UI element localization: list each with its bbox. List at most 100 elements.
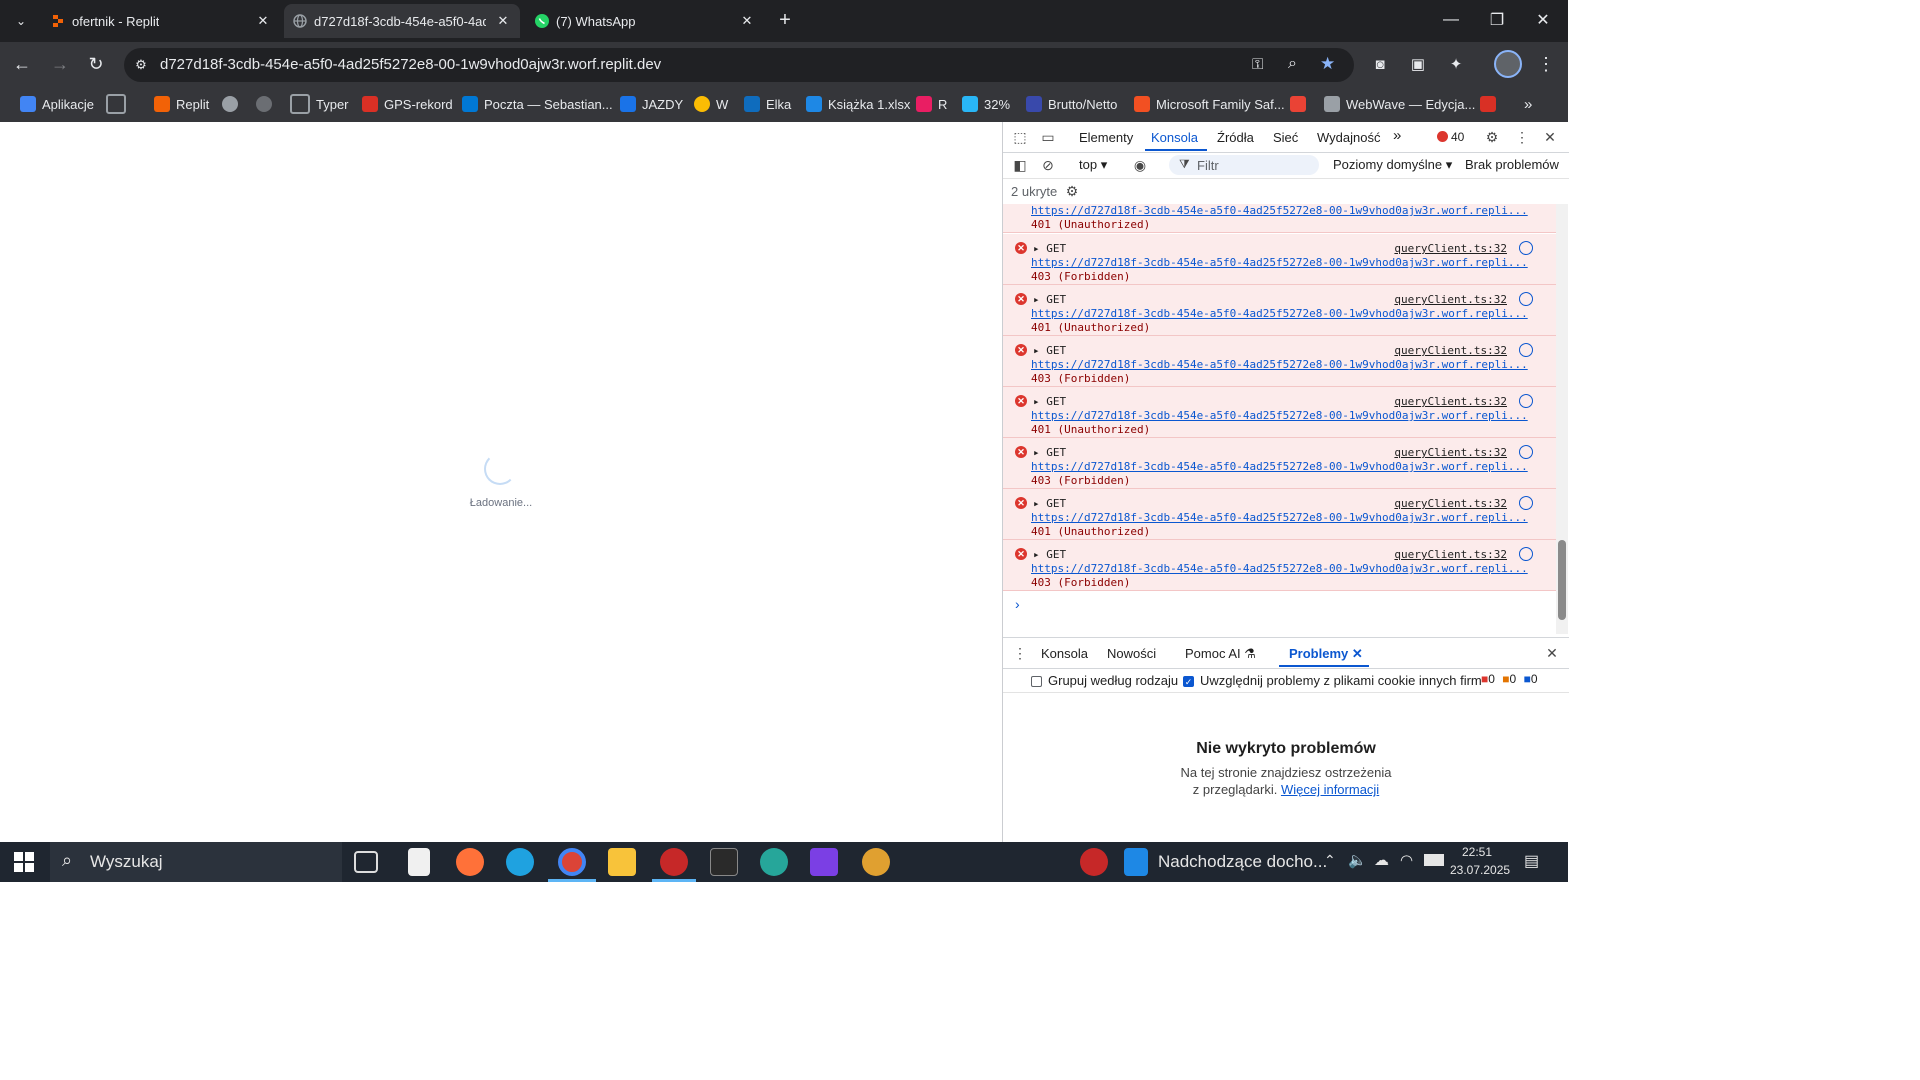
bookmark-gmail[interactable] [1290,94,1312,114]
tab-elementy[interactable]: Elementy [1079,130,1133,145]
third-party-cookie-checkbox[interactable]: ✓ Uwzględnij problemy z plikami cookie in… [1183,673,1482,688]
issues-button[interactable]: Brak problemów [1465,157,1559,172]
inspect-icon[interactable]: ⬚ [1011,128,1029,146]
firefox-icon[interactable] [456,848,484,876]
close-icon[interactable]: ✕ [494,12,512,30]
onedrive-cloud-icon[interactable]: ☁ [1374,851,1389,869]
console-settings-icon[interactable]: ⚙ [1063,182,1081,200]
request-method[interactable]: ▸ GET [1033,344,1066,357]
bookmark-w[interactable]: W [694,94,728,114]
tab-konsola[interactable]: Konsola [1151,130,1198,145]
settings-gear-icon[interactable]: ⚙ [1483,128,1501,146]
learn-more-link[interactable]: Więcej informacji [1281,782,1379,797]
minimize-button[interactable]: — [1428,0,1474,40]
address-bar[interactable]: ⚙ d727d18f-3cdb-454e-a5f0-4ad25f5272e8-0… [124,48,1354,82]
bookmark-32[interactable]: 32% [962,94,1010,114]
notification-text[interactable]: Nadchodzące docho... [1158,852,1327,872]
drawer-tab-problemy[interactable]: Problemy ✕ [1289,646,1363,662]
bookmark-gps-rekord[interactable]: GPS-rekord [362,94,453,114]
bookmark-microsoft-family[interactable]: Microsoft Family Saf... [1134,94,1285,114]
source-link[interactable]: queryClient.ts:32 [1394,293,1507,306]
taskbar-search[interactable]: ⌕ Wyszukaj [50,842,342,882]
tab-zrodla[interactable]: Źródła [1217,130,1254,145]
eye-icon[interactable]: ◉ [1131,156,1149,174]
request-method[interactable]: ▸ GET [1033,242,1066,255]
console-entry[interactable]: ✕ ▸ GET queryClient.ts:32 https://d727d18f-… [1003,234,1557,285]
console-entry[interactable]: ✕ ▸ GET queryClient.ts:32 https://d727d18f-… [1003,285,1557,336]
close-icon[interactable]: ✕ [1352,646,1363,661]
bookmark-apps-grid[interactable] [106,94,132,114]
more-tabs-button[interactable]: » [1393,127,1401,144]
app-teal-icon[interactable] [760,848,788,876]
source-link[interactable]: queryClient.ts:32 [1394,395,1507,408]
filter-input[interactable]: ⧩ Filtr [1169,155,1319,175]
back-button[interactable]: ← [10,52,34,76]
bookmark-globe[interactable] [222,94,244,114]
window-close-button[interactable]: ✕ [1520,0,1566,40]
volume-icon[interactable]: 🔈 [1348,851,1367,869]
avatar[interactable] [1494,50,1522,78]
edge-icon[interactable] [506,848,534,876]
devtools-close-icon[interactable]: ✕ [1541,128,1559,146]
sidebar-toggle-icon[interactable]: ◧ [1011,156,1029,174]
bookmark-replit[interactable]: Replit [154,94,209,114]
drawer-close-icon[interactable]: ✕ [1543,644,1561,662]
app-red-icon[interactable] [660,848,688,876]
context-selector[interactable]: top ▾ [1079,157,1107,173]
request-url-link[interactable]: https://d727d18f-3cdb-454e-a5f0-4ad25f52… [1031,562,1531,575]
request-url-link[interactable]: https://d727d18f-3cdb-454e-a5f0-4ad25f52… [1031,256,1531,269]
app-power-icon[interactable] [862,848,890,876]
drawer-tab-konsola[interactable]: Konsola [1041,646,1088,661]
file-explorer-icon[interactable] [608,848,636,876]
epic-games-icon[interactable] [710,848,738,876]
device-toolbar-icon[interactable]: ▭ [1039,128,1057,146]
request-method[interactable]: ▸ GET [1033,293,1066,306]
request-url-link[interactable]: https://d727d18f-3cdb-454e-a5f0-4ad25f52… [1031,511,1531,524]
chrome-icon[interactable] [558,848,586,876]
clear-console-icon[interactable]: ⊘ [1039,156,1057,174]
clipchamp-icon[interactable] [810,848,838,876]
bookmarks-overflow-button[interactable]: » [1524,94,1532,114]
tab-ofertnik[interactable]: ofertnik - Replit ✕ [42,4,280,38]
console-scrollbar-thumb[interactable] [1558,540,1566,620]
console-entry[interactable]: ✕ ▸ GET queryClient.ts:32 https://d727d18f-… [1003,438,1557,489]
bookmark-jazdy[interactable]: JAZDY [620,94,683,114]
notification-app-icon[interactable] [1080,848,1108,876]
request-url-link[interactable]: https://d727d18f-3cdb-454e-a5f0-4ad25f52… [1031,460,1531,473]
wifi-icon[interactable]: ◠ [1400,851,1413,869]
bookmark-folder-typer[interactable]: Typer [290,94,349,114]
bookmark-aplikacje[interactable]: Aplikacje [20,94,94,114]
source-link[interactable]: queryClient.ts:32 [1394,446,1507,459]
new-tab-button[interactable]: + [772,8,798,34]
bookmark-star-icon[interactable]: ★ [1320,54,1335,74]
bookmark-ksiazka[interactable]: Książka 1.xlsx [806,94,910,114]
action-center-icon[interactable]: ▤ [1524,851,1539,871]
tab-wydajnosc[interactable]: Wydajność [1317,130,1380,145]
group-by-kind-checkbox[interactable]: Grupuj według rodzaju [1031,673,1178,688]
password-key-icon[interactable]: ⚿ [1252,56,1263,73]
bookmark-z[interactable] [1480,94,1502,114]
source-link[interactable]: queryClient.ts:32 [1394,548,1507,561]
screenshot-icon[interactable]: ◙ [1368,52,1392,76]
reload-button[interactable]: ↻ [84,52,108,76]
console-entry[interactable]: ✕ ▸ GET queryClient.ts:32 https://d727d18f-… [1003,489,1557,540]
levels-dropdown[interactable]: Poziomy domyślne ▾ [1333,157,1452,173]
extensions-icon[interactable]: ✦ [1444,52,1468,76]
media-icon[interactable]: ▣ [1406,52,1430,76]
chevron-up-icon[interactable]: ⌃ [1324,852,1336,869]
drawer-tab-nowosci[interactable]: Nowości [1107,646,1156,661]
bookmark-poczta[interactable]: Poczta — Sebastian... [462,94,613,114]
calendar-widget-icon[interactable] [1124,848,1148,876]
bookmark-r[interactable]: R [916,94,947,114]
console-entry[interactable]: ✕ ▸ GET queryClient.ts:32 https://d727d18f-… [1003,387,1557,438]
clock-time[interactable]: 22:51 [1462,845,1492,859]
drawer-tab-pomoc-ai[interactable]: Pomoc AI ⚗ [1185,646,1256,662]
notepad-icon[interactable] [408,848,430,876]
tab-replit-dev[interactable]: d727d18f-3cdb-454e-a5f0-4ad ✕ [284,4,520,38]
console-prompt[interactable]: › [1015,596,1020,612]
request-url-link[interactable]: https://d727d18f-3cdb-454e-a5f0-4ad25f52… [1031,204,1531,217]
request-url-link[interactable]: https://d727d18f-3cdb-454e-a5f0-4ad25f52… [1031,409,1531,422]
tab-siec[interactable]: Sieć [1273,130,1298,145]
source-link[interactable]: queryClient.ts:32 [1394,497,1507,510]
request-url-link[interactable]: https://d727d18f-3cdb-454e-a5f0-4ad25f52… [1031,307,1531,320]
